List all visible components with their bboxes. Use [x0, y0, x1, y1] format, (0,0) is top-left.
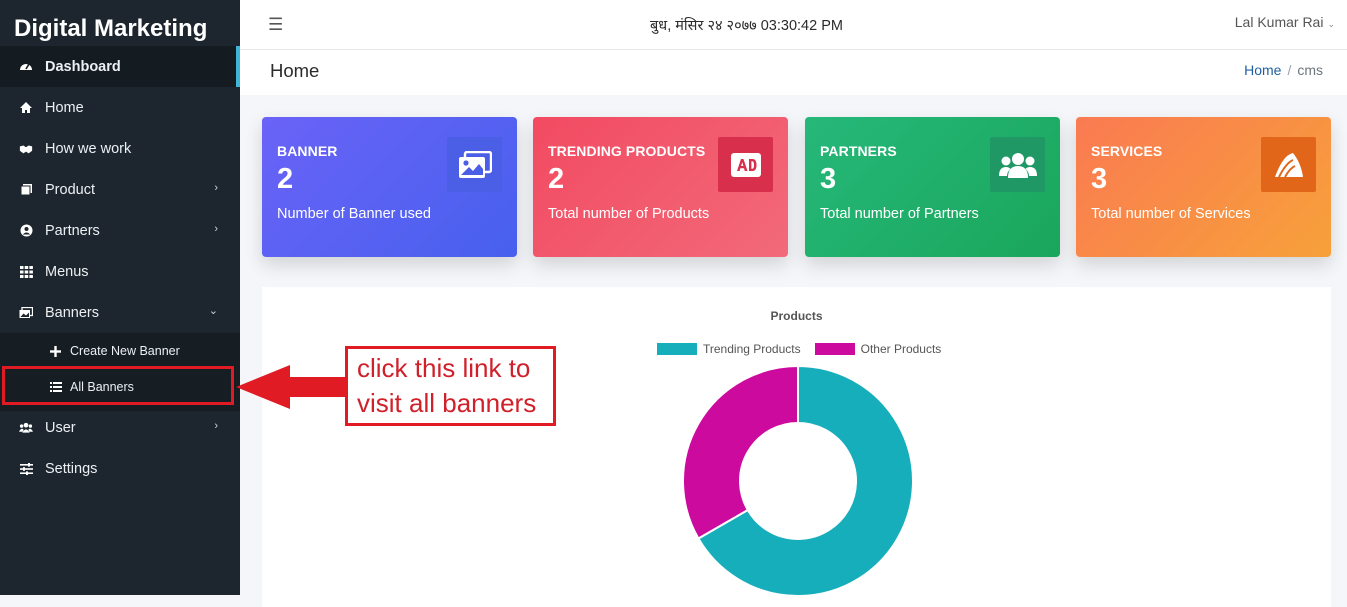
card-subtitle: Total number of Services [1091, 206, 1251, 222]
sidebar-item-user[interactable]: User › [0, 407, 240, 448]
sidebar-item-label: Home [45, 99, 84, 116]
user-circle-icon [19, 224, 33, 238]
info-card-partners[interactable]: PARTNERS 3 Total number of Partners [805, 117, 1060, 257]
datetime-display: बुध, मंसिर २४ २०७७ 03:30:42 PM [650, 18, 843, 34]
chart-legend: Trending Products Other Products [657, 342, 955, 356]
chart-title: Products [770, 309, 823, 323]
users-icon [990, 137, 1045, 192]
card-subtitle: Number of Banner used [277, 206, 431, 222]
card-subtitle: Total number of Partners [820, 206, 979, 222]
chevron-right-icon: › [214, 420, 218, 432]
sidebar-item-label: Banners [45, 304, 100, 321]
content-header: Home Home / cms [240, 50, 1347, 95]
sidebar-item-label: User [45, 419, 76, 436]
users-icon [19, 421, 33, 435]
legend-swatch [657, 343, 697, 355]
handshake-icon [19, 142, 33, 156]
shark-fin-icon [1261, 137, 1316, 192]
sidebar-item-banners[interactable]: Banners ⌄ [0, 292, 240, 333]
donut-chart [682, 364, 914, 597]
brand-title[interactable]: Digital Marketing [0, 0, 240, 50]
annotation-highlight-box [2, 366, 234, 405]
legend-item-trending[interactable]: Trending Products [657, 342, 801, 356]
home-icon [19, 101, 33, 115]
clone-icon [19, 183, 33, 197]
annotation-line: click this link to [357, 353, 531, 383]
info-card-services[interactable]: SERVICES 3 Total number of Services [1076, 117, 1331, 257]
sidebar-item-label: How we work [45, 140, 132, 157]
annotation-callout: click this link to visit all banners [345, 346, 556, 426]
sidebar-item-label: Partners [45, 222, 100, 239]
hamburger-menu-icon[interactable]: ☰ [268, 15, 283, 35]
user-menu[interactable]: Lal Kumar Rai ⌄ [1235, 14, 1335, 30]
legend-item-other[interactable]: Other Products [814, 342, 942, 356]
topbar: ☰ बुध, मंसिर २४ २०७७ 03:30:42 PM Lal Kum… [240, 0, 1347, 50]
breadcrumb-separator: / [1287, 62, 1292, 78]
user-name: Lal Kumar Rai [1234, 14, 1324, 30]
legend-label: Trending Products [703, 342, 801, 356]
legend-label: Other Products [860, 342, 942, 356]
ad-icon [718, 137, 773, 192]
sidebar-item-menus[interactable]: Menus [0, 251, 240, 292]
submenu-item-create-new-banner[interactable]: Create New Banner [0, 333, 240, 369]
breadcrumb-current: cms [1297, 62, 1323, 78]
chevron-right-icon: › [214, 223, 218, 235]
breadcrumb: Home / cms [1244, 62, 1323, 78]
breadcrumb-home-link[interactable]: Home [1244, 62, 1281, 78]
sliders-icon [19, 462, 33, 476]
page-title: Home [270, 60, 320, 81]
tachometer-icon [19, 60, 33, 74]
products-chart-panel: Products Trending Products Other Product… [262, 287, 1331, 607]
sidebar-item-label: Menus [45, 263, 89, 280]
annotation-arrow-icon [236, 365, 350, 409]
images-icon [447, 137, 502, 192]
sidebar-item-partners[interactable]: Partners › [0, 210, 240, 251]
card-subtitle: Total number of Products [548, 206, 710, 222]
chevron-down-icon: ⌄ [1327, 19, 1335, 29]
donut-slice-other-products[interactable] [682, 364, 799, 540]
sidebar-item-label: Dashboard [45, 58, 121, 75]
sidebar-item-home[interactable]: Home [0, 87, 240, 128]
info-card-banner[interactable]: BANNER 2 Number of Banner used [262, 117, 517, 257]
legend-swatch [814, 343, 855, 355]
sidebar-item-how-we-work[interactable]: How we work [0, 128, 240, 169]
sidebar: Digital Marketing Dashboard Home How we … [0, 0, 240, 595]
chevron-right-icon: › [214, 182, 218, 194]
sidebar-item-dashboard[interactable]: Dashboard [0, 46, 240, 87]
submenu-item-label: Create New Banner [70, 344, 180, 358]
annotation-line: visit all banners [357, 388, 537, 418]
info-card-trending-products[interactable]: TRENDING PRODUCTS 2 Total number of Prod… [533, 117, 788, 257]
sidebar-item-product[interactable]: Product › [0, 169, 240, 210]
sidebar-item-label: Product [45, 181, 95, 198]
sidebar-item-settings[interactable]: Settings [0, 448, 240, 489]
plus-icon [49, 345, 62, 358]
sidebar-item-label: Settings [45, 460, 98, 477]
grid-icon [19, 265, 33, 279]
images-icon [19, 306, 33, 320]
chevron-down-icon: ⌄ [208, 305, 218, 317]
